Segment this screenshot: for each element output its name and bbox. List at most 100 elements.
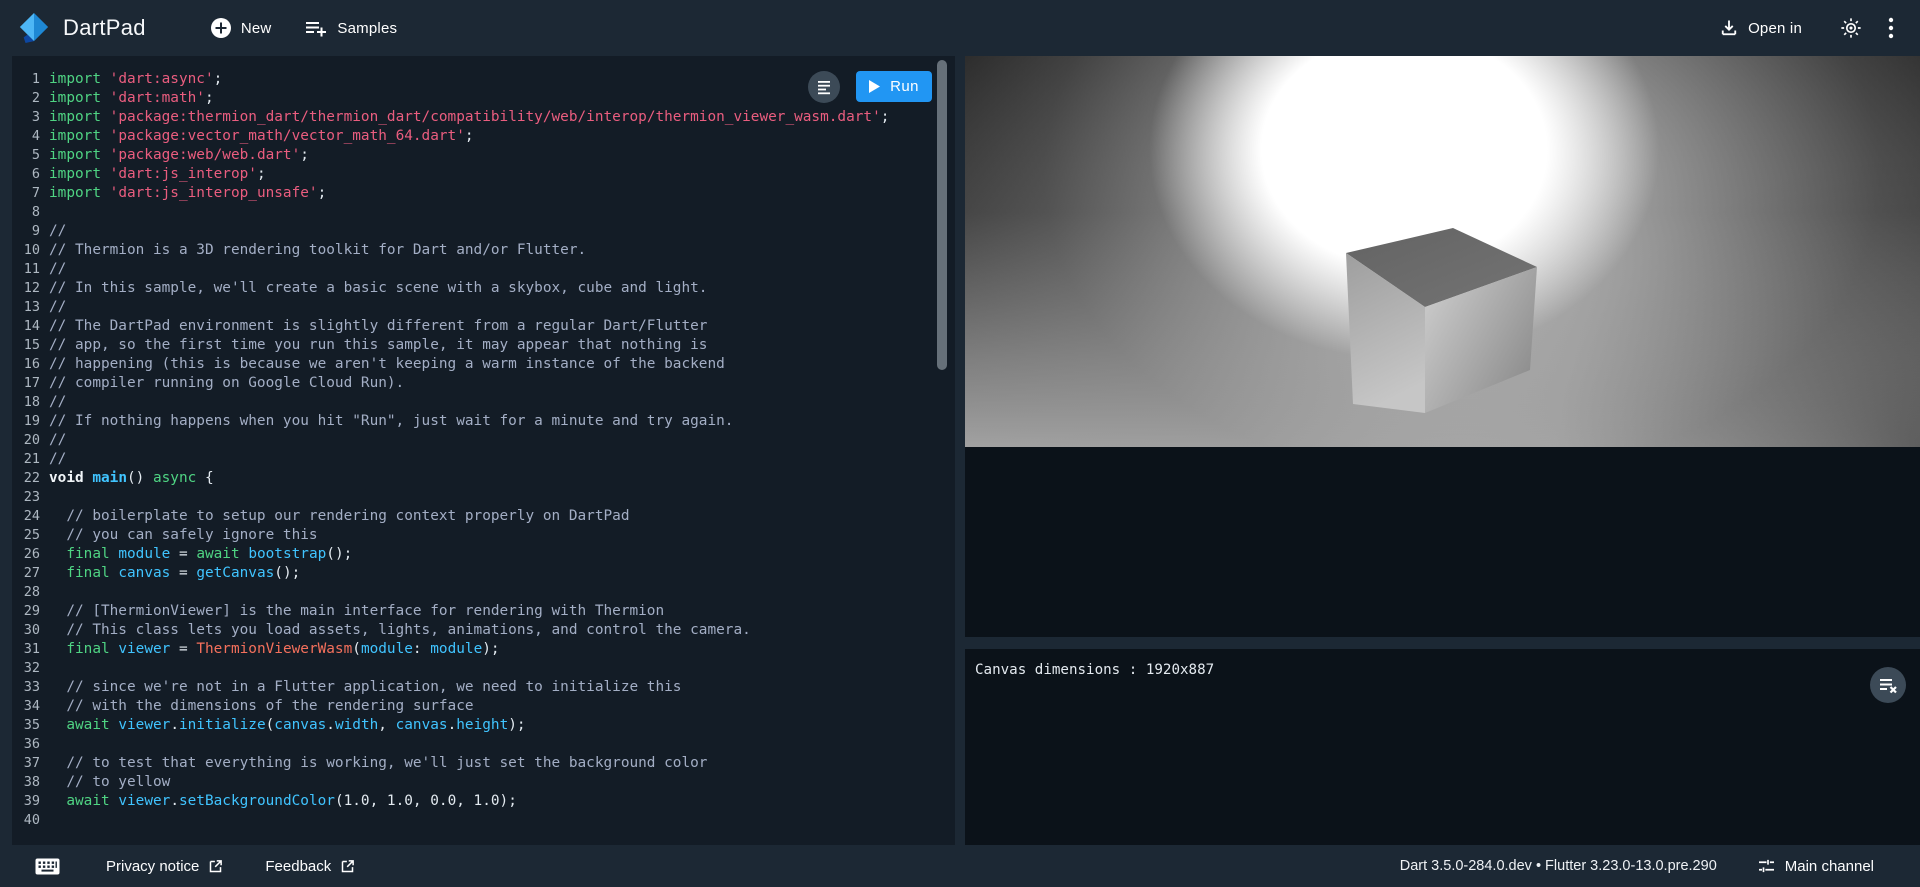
line-number: 15 bbox=[12, 336, 40, 355]
line-number: 29 bbox=[12, 602, 40, 621]
line-number: 6 bbox=[12, 165, 40, 184]
clear-console-button[interactable] bbox=[1870, 667, 1906, 703]
playlist-add-icon bbox=[305, 18, 328, 38]
editor-scrollbar[interactable] bbox=[937, 60, 947, 370]
feedback-link[interactable]: Feedback bbox=[265, 858, 355, 875]
code-line: 7import 'dart:js_interop_unsafe'; bbox=[12, 184, 955, 203]
code-line: 11// bbox=[12, 260, 955, 279]
line-number: 11 bbox=[12, 260, 40, 279]
line-number: 5 bbox=[12, 146, 40, 165]
overflow-menu-button[interactable] bbox=[1888, 16, 1894, 40]
keyboard-shortcuts-button[interactable] bbox=[35, 858, 60, 875]
code-line: 28 bbox=[12, 583, 955, 602]
line-number: 31 bbox=[12, 640, 40, 659]
code-line: 27 final canvas = getCanvas(); bbox=[12, 564, 955, 583]
main-area: 1import 'dart:async';2import 'dart:math'… bbox=[0, 56, 1920, 845]
code-line: 35 await viewer.initialize(canvas.width,… bbox=[12, 716, 955, 735]
line-number: 16 bbox=[12, 355, 40, 374]
new-button[interactable]: New bbox=[210, 17, 272, 39]
feedback-label: Feedback bbox=[265, 858, 331, 875]
line-number: 7 bbox=[12, 184, 40, 203]
code-lines: 1import 'dart:async';2import 'dart:math'… bbox=[12, 56, 955, 830]
line-number: 35 bbox=[12, 716, 40, 735]
code-line: 29 // [ThermionViewer] is the main inter… bbox=[12, 602, 955, 621]
line-number: 27 bbox=[12, 564, 40, 583]
code-line: 9// bbox=[12, 222, 955, 241]
code-line: 24 // boilerplate to setup our rendering… bbox=[12, 507, 955, 526]
line-number: 1 bbox=[12, 70, 40, 89]
code-line: 31 final viewer = ThermionViewerWasm(mod… bbox=[12, 640, 955, 659]
line-number: 19 bbox=[12, 412, 40, 431]
dartpad-logo bbox=[18, 10, 50, 46]
line-number: 9 bbox=[12, 222, 40, 241]
code-line: 30 // This class lets you load assets, l… bbox=[12, 621, 955, 640]
code-line: 38 // to yellow bbox=[12, 773, 955, 792]
line-number: 18 bbox=[12, 393, 40, 412]
code-line: 6import 'dart:js_interop'; bbox=[12, 165, 955, 184]
code-line: 33 // since we're not in a Flutter appli… bbox=[12, 678, 955, 697]
code-line: 37 // to test that everything is working… bbox=[12, 754, 955, 773]
privacy-notice-label: Privacy notice bbox=[106, 858, 199, 875]
code-line: 10// Thermion is a 3D rendering toolkit … bbox=[12, 241, 955, 260]
open-in-new-icon bbox=[208, 859, 223, 874]
app-header: DartPad New Samples Open in bbox=[0, 0, 1920, 56]
code-line: 26 final module = await bootstrap(); bbox=[12, 545, 955, 564]
code-line: 5import 'package:web/web.dart'; bbox=[12, 146, 955, 165]
line-number: 32 bbox=[12, 659, 40, 678]
channel-selector[interactable]: Main channel bbox=[1757, 857, 1874, 875]
kebab-menu-icon bbox=[1888, 16, 1894, 40]
keyboard-icon bbox=[35, 858, 60, 875]
add-circle-icon bbox=[210, 17, 232, 39]
code-line: 22void main() async { bbox=[12, 469, 955, 488]
line-number: 37 bbox=[12, 754, 40, 773]
line-number: 14 bbox=[12, 317, 40, 336]
brightness-icon bbox=[1840, 17, 1862, 39]
code-line: 12// In this sample, we'll create a basi… bbox=[12, 279, 955, 298]
page-title: DartPad bbox=[63, 15, 146, 41]
code-line: 25 // you can safely ignore this bbox=[12, 526, 955, 545]
line-number: 39 bbox=[12, 792, 40, 811]
code-line: 13// bbox=[12, 298, 955, 317]
line-number: 24 bbox=[12, 507, 40, 526]
console-panel: Canvas dimensions : 1920x887 bbox=[965, 649, 1920, 845]
code-line: 40 bbox=[12, 811, 955, 830]
line-number: 22 bbox=[12, 469, 40, 488]
render-canvas-3d[interactable] bbox=[965, 56, 1920, 447]
theme-toggle-button[interactable] bbox=[1840, 17, 1862, 39]
code-line: 17// compiler running on Google Cloud Ru… bbox=[12, 374, 955, 393]
line-number: 20 bbox=[12, 431, 40, 450]
line-number: 25 bbox=[12, 526, 40, 545]
line-number: 21 bbox=[12, 450, 40, 469]
clear-console-icon bbox=[1879, 676, 1898, 694]
code-line: 4import 'package:vector_math/vector_math… bbox=[12, 127, 955, 146]
run-button[interactable]: Run bbox=[856, 71, 932, 102]
format-button[interactable] bbox=[808, 71, 840, 103]
line-number: 33 bbox=[12, 678, 40, 697]
line-number: 26 bbox=[12, 545, 40, 564]
code-editor[interactable]: 1import 'dart:async';2import 'dart:math'… bbox=[12, 56, 955, 845]
line-number: 17 bbox=[12, 374, 40, 393]
line-number: 30 bbox=[12, 621, 40, 640]
execution-panel: Canvas dimensions : 1920x887 bbox=[965, 56, 1920, 845]
channel-label: Main channel bbox=[1785, 858, 1874, 875]
new-button-label: New bbox=[241, 20, 272, 37]
privacy-notice-link[interactable]: Privacy notice bbox=[106, 858, 223, 875]
line-number: 4 bbox=[12, 127, 40, 146]
line-number: 40 bbox=[12, 811, 40, 830]
code-line: 36 bbox=[12, 735, 955, 754]
code-line: 23 bbox=[12, 488, 955, 507]
code-line: 15// app, so the first time you run this… bbox=[12, 336, 955, 355]
tune-icon bbox=[1757, 857, 1776, 875]
code-line: 14// The DartPad environment is slightly… bbox=[12, 317, 955, 336]
sdk-version-text: Dart 3.5.0-284.0.dev • Flutter 3.23.0-13… bbox=[1400, 858, 1717, 874]
samples-button[interactable]: Samples bbox=[305, 18, 397, 38]
console-output: Canvas dimensions : 1920x887 bbox=[965, 649, 1920, 692]
line-number: 13 bbox=[12, 298, 40, 317]
line-number: 8 bbox=[12, 203, 40, 222]
line-number: 38 bbox=[12, 773, 40, 792]
line-number: 23 bbox=[12, 488, 40, 507]
horizontal-splitter[interactable] bbox=[965, 637, 1920, 649]
open-in-button[interactable]: Open in bbox=[1719, 18, 1802, 38]
line-number: 36 bbox=[12, 735, 40, 754]
code-line: 34 // with the dimensions of the renderi… bbox=[12, 697, 955, 716]
